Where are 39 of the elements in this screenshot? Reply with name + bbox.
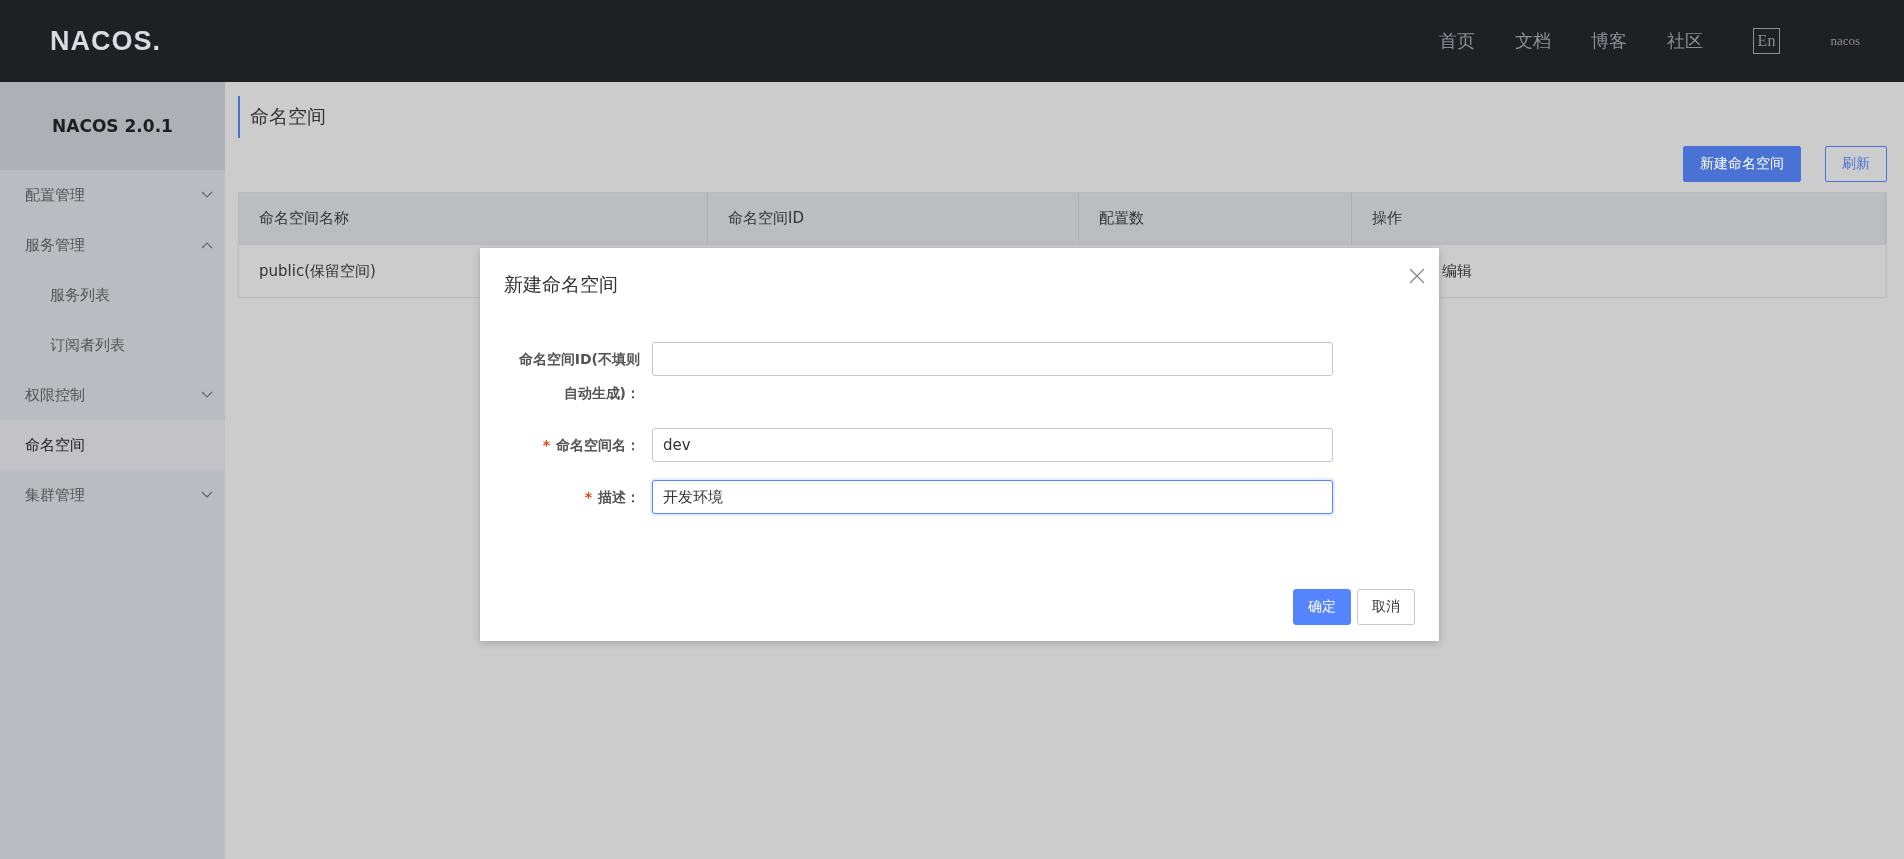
confirm-button[interactable]: 确定 [1293,589,1351,625]
field-label: 命名空间ID(不填则自动生成)： [517,350,640,403]
sidebar-item[interactable]: 配置管理 [0,170,225,220]
language-button[interactable]: En [1752,28,1781,54]
text-field[interactable]: 开发环境 [652,480,1333,514]
sidebar-item[interactable]: 集群管理 [0,470,225,520]
chevron-down-icon [201,491,213,499]
column-header: 操作 [1352,193,1886,244]
page-title: 命名空间 [238,96,336,138]
nav-link[interactable]: 首页 [1438,29,1475,53]
cancel-button[interactable]: 取消 [1357,589,1415,625]
create-button[interactable]: 新建命名空间 [1683,146,1801,182]
table-cell: public(保留空间) [259,261,376,281]
sidebar-item[interactable]: 服务管理 [0,220,225,270]
field-label: * 描述： [583,488,640,507]
version-title: NACOS 2.0.1 [0,82,225,170]
sidebar-item[interactable]: 命名空间 [0,420,225,470]
required-icon: * [584,489,592,505]
field-label: * 命名空间名： [541,436,640,455]
column-header: 命名空间ID [708,193,1079,244]
chevron-up-icon [201,241,213,249]
nacos-logo[interactable]: NACOS. [50,25,161,57]
text-field[interactable]: dev [652,428,1333,462]
dialog-title: 新建命名空间 [504,272,619,297]
sidebar-subitem[interactable]: 服务列表 [0,270,225,320]
edit-link[interactable]: 编辑 [1442,261,1472,280]
chevron-down-icon [201,391,213,399]
sidebar-subitem[interactable]: 订阅者列表 [0,320,225,370]
refresh-button[interactable]: 刷新 [1825,146,1887,182]
sidebar-item[interactable]: 权限控制 [0,370,225,420]
column-header: 配置数 [1079,193,1352,244]
nav-link[interactable]: 博客 [1590,29,1627,53]
column-header: 命名空间名称 [239,193,708,244]
nav-link[interactable]: 文档 [1514,29,1551,53]
nav-link[interactable]: 社区 [1666,29,1703,53]
required-icon: * [542,437,550,453]
chevron-down-icon [201,191,213,199]
text-field[interactable] [652,342,1333,376]
user-name[interactable]: nacos [1830,33,1860,49]
